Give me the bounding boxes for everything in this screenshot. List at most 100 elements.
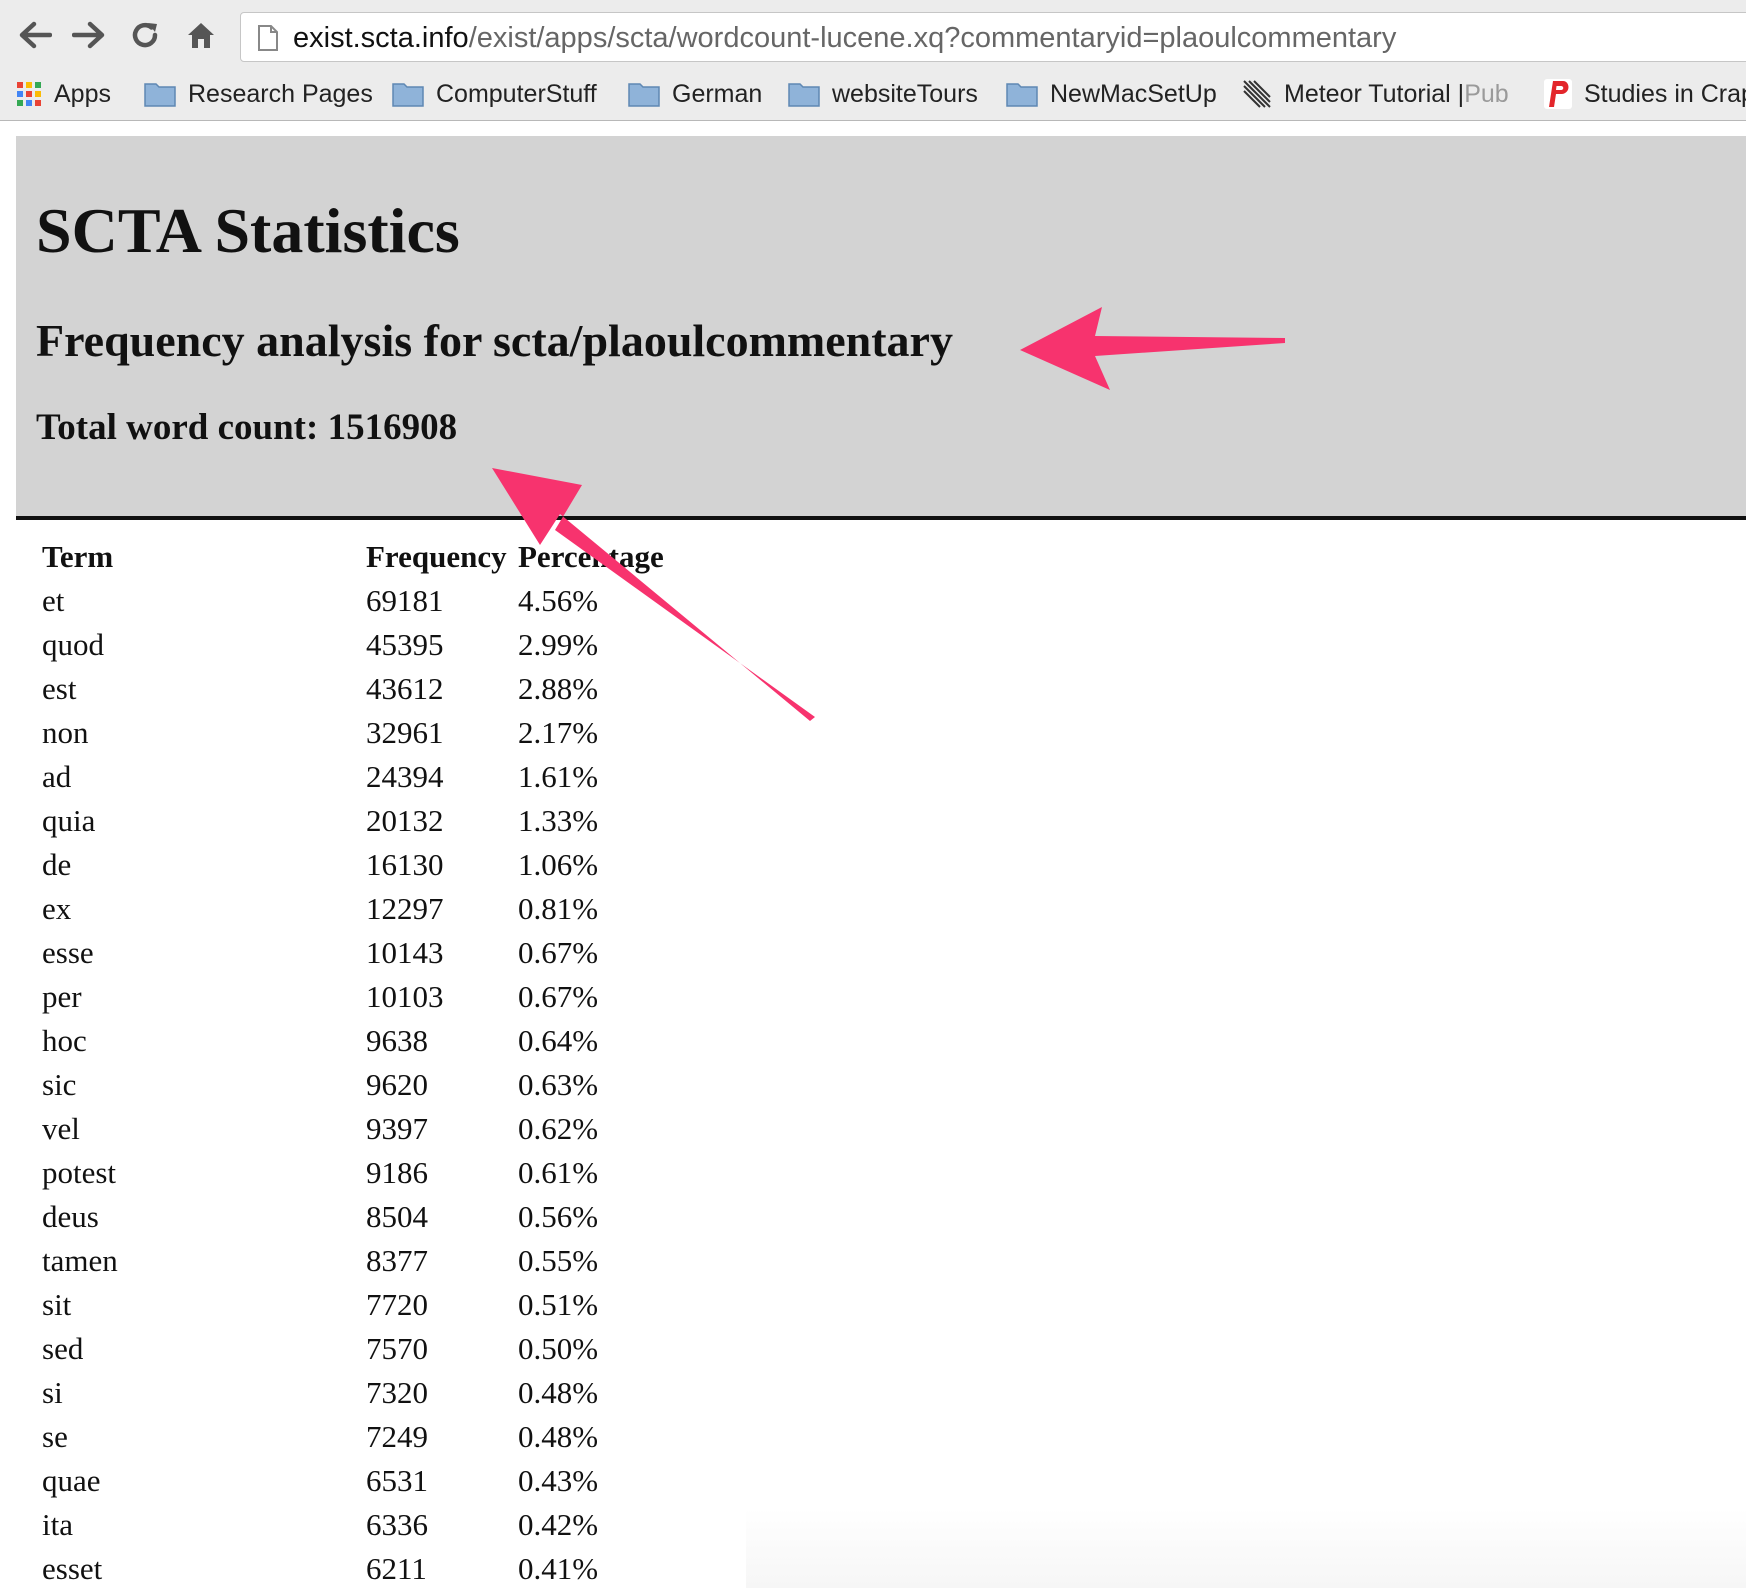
cell-percentage: 1.61% — [518, 759, 599, 794]
cell-term: ex — [42, 891, 72, 926]
bookmark-label: NewMacSetUp — [1050, 79, 1217, 108]
table-row: ita 6336 0.42% — [36, 1503, 678, 1547]
url-host: exist.scta.info — [293, 22, 469, 54]
cell-term: vel — [42, 1111, 80, 1146]
cell-term: tamen — [42, 1243, 118, 1278]
table-row: sit 7720 0.51% — [36, 1283, 678, 1327]
page-content: SCTA Statistics Frequency analysis for s… — [0, 121, 1746, 1588]
bookmark-studies-in-crap[interactable]: Studies in Crap — [1544, 76, 1746, 112]
document-icon — [258, 25, 278, 51]
cell-percentage: 4.56% — [518, 583, 599, 618]
cell-frequency: 32961 — [366, 715, 444, 750]
cell-percentage: 0.61% — [518, 1155, 599, 1190]
table-header-row: Term Frequency Percentage — [36, 535, 678, 579]
cell-frequency: 7249 — [366, 1419, 428, 1454]
cell-frequency: 9397 — [366, 1111, 428, 1146]
cell-frequency: 7570 — [366, 1331, 428, 1366]
table-row: et 69181 4.56% — [36, 579, 678, 623]
cell-percentage: 0.81% — [518, 891, 599, 926]
bookmark-label: Research Pages — [188, 79, 373, 108]
bookmark-german[interactable]: German — [628, 76, 762, 112]
table-row: quod 45395 2.99% — [36, 623, 678, 667]
table-body: et 69181 4.56% quod 45395 2.99% est 43612 2.88% n… — [36, 579, 678, 1591]
bookmark-newmacsetup[interactable]: NewMacSetUp — [1006, 76, 1217, 112]
cell-frequency: 45395 — [366, 627, 444, 662]
bookmark-label: Meteor Tutorial | — [1284, 79, 1465, 108]
cell-percentage: 0.42% — [518, 1507, 599, 1542]
cell-frequency: 69181 — [366, 583, 444, 618]
cell-frequency: 9620 — [366, 1067, 428, 1102]
cell-term: non — [42, 715, 89, 750]
reload-button[interactable] — [124, 14, 166, 56]
cell-percentage: 0.67% — [518, 935, 599, 970]
header-band: SCTA Statistics Frequency analysis for s… — [16, 136, 1746, 520]
cell-frequency: 16130 — [366, 847, 444, 882]
cell-percentage: 0.55% — [518, 1243, 599, 1278]
cell-term: potest — [42, 1155, 117, 1190]
home-icon — [188, 23, 214, 48]
cell-term: hoc — [42, 1023, 87, 1058]
bookmark-websitetours[interactable]: websiteTours — [788, 76, 978, 112]
forward-button[interactable] — [68, 14, 110, 56]
p-logo-icon — [1544, 79, 1572, 109]
folder-icon — [392, 81, 424, 107]
cell-term: per — [42, 979, 82, 1014]
bookmark-meteor-tutorial[interactable]: Meteor Tutorial | Pub — [1242, 76, 1509, 112]
cell-percentage: 0.50% — [518, 1331, 599, 1366]
meteor-icon — [1242, 79, 1272, 109]
total-word-count: Total word count: 1516908 — [36, 407, 458, 448]
column-header-term: Term — [42, 539, 114, 574]
page-subtitle: Frequency analysis for scta/plaoulcommen… — [36, 315, 953, 366]
cell-frequency: 24394 — [366, 759, 444, 794]
cell-percentage: 0.63% — [518, 1067, 599, 1102]
cell-frequency: 7320 — [366, 1375, 428, 1410]
cell-frequency: 6336 — [366, 1507, 428, 1542]
cell-frequency: 10103 — [366, 979, 444, 1014]
cell-percentage: 2.88% — [518, 671, 599, 706]
table-row: est 43612 2.88% — [36, 667, 678, 711]
cell-percentage: 0.48% — [518, 1419, 599, 1454]
table-row: sic 9620 0.63% — [36, 1063, 678, 1107]
cell-frequency: 6211 — [366, 1551, 427, 1586]
table-row: ad 24394 1.61% — [36, 755, 678, 799]
cell-percentage: 0.48% — [518, 1375, 599, 1410]
column-header-frequency: Frequency — [366, 539, 507, 574]
cell-term: ita — [42, 1507, 73, 1542]
bookmark-label-faded: Pub — [1464, 79, 1509, 108]
home-button[interactable] — [180, 14, 222, 56]
cell-percentage: 0.64% — [518, 1023, 599, 1058]
cell-term: deus — [42, 1199, 99, 1234]
bookmark-apps[interactable]: Apps — [16, 76, 111, 112]
bookmark-computerstuff[interactable]: ComputerStuff — [392, 76, 597, 112]
table-row: si 7320 0.48% — [36, 1371, 678, 1415]
cell-frequency: 10143 — [366, 935, 444, 970]
back-button[interactable] — [14, 14, 56, 56]
bookmark-label: Studies in Crap — [1584, 79, 1746, 108]
bookmark-label: ComputerStuff — [436, 79, 597, 108]
folder-icon — [1006, 81, 1038, 107]
column-header-percentage: Percentage — [518, 539, 664, 574]
cell-term: esset — [42, 1551, 103, 1586]
cell-term: ad — [42, 759, 72, 794]
cell-term: et — [42, 583, 65, 618]
cell-frequency: 9638 — [366, 1023, 428, 1058]
bookmark-label: German — [672, 79, 763, 108]
cell-frequency: 9186 — [366, 1155, 428, 1190]
bookmark-research-pages[interactable]: Research Pages — [144, 76, 373, 112]
address-bar[interactable]: exist.scta.info/exist/apps/scta/wordcoun… — [240, 12, 1746, 62]
cell-term: quia — [42, 803, 96, 838]
table-row: per 10103 0.67% — [36, 975, 678, 1019]
cell-frequency: 6531 — [366, 1463, 428, 1498]
table-row: sed 7570 0.50% — [36, 1327, 678, 1371]
cell-frequency: 43612 — [366, 671, 444, 706]
cell-frequency: 7720 — [366, 1287, 428, 1322]
table-row: de 16130 1.06% — [36, 843, 678, 887]
table-row: se 7249 0.48% — [36, 1415, 678, 1459]
cell-percentage: 1.33% — [518, 803, 599, 838]
table-row: vel 9397 0.62% — [36, 1107, 678, 1151]
cell-term: de — [42, 847, 72, 882]
cell-term: sed — [42, 1331, 84, 1366]
folder-icon — [144, 81, 176, 107]
table-row: potest 9186 0.61% — [36, 1151, 678, 1195]
cell-term: si — [42, 1375, 63, 1410]
